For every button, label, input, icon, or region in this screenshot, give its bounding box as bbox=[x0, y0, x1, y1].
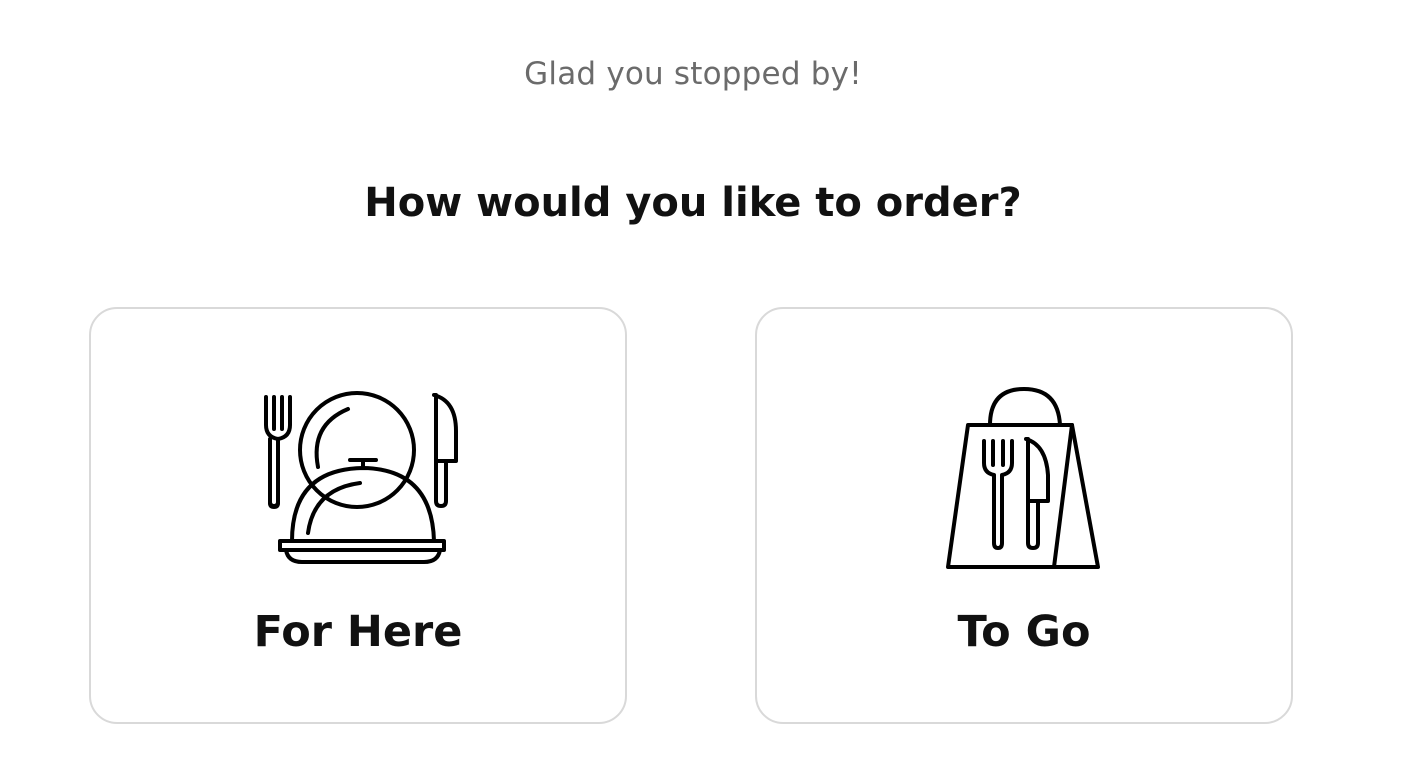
for-here-label: For Here bbox=[253, 607, 463, 657]
order-question-heading: How would you like to order? bbox=[364, 180, 1022, 226]
takeaway-bag-icon bbox=[757, 385, 1291, 575]
to-go-label: To Go bbox=[957, 607, 1091, 657]
order-type-screen: Glad you stopped by! How would you like … bbox=[0, 0, 1418, 769]
for-here-option-card[interactable]: For Here bbox=[89, 307, 627, 724]
dine-in-cloche-icon bbox=[91, 385, 625, 575]
greeting-text: Glad you stopped by! bbox=[524, 56, 862, 92]
to-go-option-card[interactable]: To Go bbox=[755, 307, 1293, 724]
